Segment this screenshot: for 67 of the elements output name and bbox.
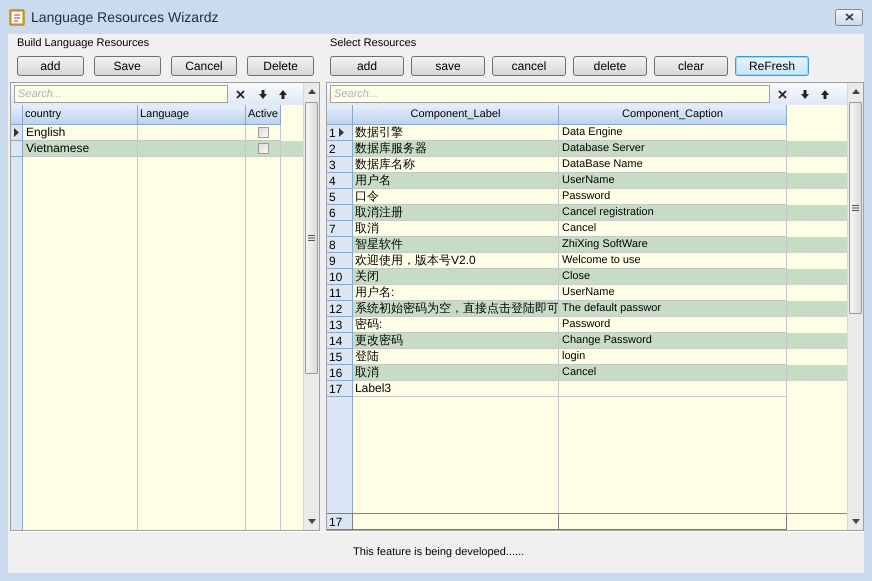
scroll-up-icon[interactable] — [308, 89, 316, 94]
close-icon[interactable] — [236, 90, 245, 98]
row-header[interactable]: 6 — [327, 205, 353, 221]
scroll-down-icon[interactable] — [308, 519, 316, 524]
scroll-up-icon[interactable] — [852, 89, 860, 94]
active-checkbox[interactable] — [258, 127, 268, 138]
action-button[interactable]: delete — [573, 56, 647, 76]
action-button[interactable]: cancel — [492, 56, 566, 76]
header-corner — [11, 105, 23, 125]
table-cell: Vietnamese — [23, 141, 138, 157]
close-icon[interactable] — [778, 90, 787, 98]
row-pointer-icon — [14, 128, 19, 137]
row-header[interactable]: 12 — [327, 301, 353, 317]
action-button[interactable]: Cancel — [170, 56, 238, 76]
column-header[interactable]: Active — [246, 105, 281, 125]
row-header[interactable]: 3 — [327, 157, 353, 173]
row-pointer-icon — [338, 128, 344, 137]
arrow-up-icon[interactable] — [279, 90, 287, 98]
row-header[interactable]: 11 — [327, 285, 353, 301]
row-header[interactable]: 2 — [327, 141, 353, 157]
action-button[interactable]: Save — [94, 56, 160, 76]
column-header[interactable]: Component_Caption — [559, 105, 787, 125]
row-header[interactable]: 1 — [327, 125, 353, 141]
row-header[interactable]: 4 — [327, 173, 353, 189]
action-button[interactable]: add — [330, 56, 404, 76]
row-header[interactable]: 15 — [327, 349, 353, 365]
column-header[interactable]: Language — [138, 105, 246, 125]
grip-icon — [308, 235, 315, 241]
scrollbar-thumb[interactable] — [305, 102, 318, 374]
row-header[interactable]: 16 — [327, 365, 353, 381]
row-header[interactable]: 14 — [327, 333, 353, 349]
row-header[interactable]: 7 — [327, 221, 353, 237]
close-button[interactable] — [835, 8, 863, 26]
row-header[interactable]: 5 — [327, 189, 353, 205]
action-button[interactable]: Delete — [247, 56, 314, 76]
row-header[interactable]: 10 — [327, 269, 353, 285]
arrow-down-icon[interactable] — [801, 90, 809, 98]
row-indicator[interactable] — [11, 125, 23, 141]
action-button[interactable]: ReFresh — [735, 56, 809, 76]
table-cell: Label3 — [353, 381, 559, 397]
column-header[interactable]: Component_Label — [353, 105, 559, 125]
search-field[interactable]: Search... — [14, 85, 228, 103]
close-icon — [844, 13, 854, 21]
group-title: Select Resources — [330, 36, 418, 51]
search-field[interactable]: Search... — [330, 85, 770, 103]
header-corner — [327, 105, 353, 125]
arrow-down-icon[interactable] — [259, 90, 267, 98]
arrow-up-icon[interactable] — [821, 90, 829, 98]
scrollbar-thumb[interactable] — [849, 102, 862, 314]
scroll-down-icon[interactable] — [852, 519, 860, 524]
vertical-scrollbar[interactable] — [303, 83, 319, 530]
status-text: This feature is being developed...... — [353, 545, 524, 560]
row-header[interactable]: 9 — [327, 253, 353, 269]
action-button[interactable]: save — [411, 56, 485, 76]
row-header[interactable]: 8 — [327, 237, 353, 253]
grip-icon — [852, 205, 859, 211]
active-checkbox[interactable] — [258, 143, 268, 154]
window-title: Language Resources Wizardz — [31, 8, 219, 27]
app-icon — [9, 8, 25, 26]
vertical-scrollbar[interactable] — [847, 83, 863, 530]
action-button[interactable]: clear — [654, 56, 728, 76]
footer-count: 17 — [327, 514, 353, 530]
action-button[interactable]: add — [17, 56, 84, 76]
column-header[interactable]: country — [23, 105, 138, 125]
row-header[interactable]: 13 — [327, 317, 353, 333]
row-header[interactable]: 17 — [327, 381, 353, 397]
group-title: Build Language Resources — [17, 36, 150, 51]
